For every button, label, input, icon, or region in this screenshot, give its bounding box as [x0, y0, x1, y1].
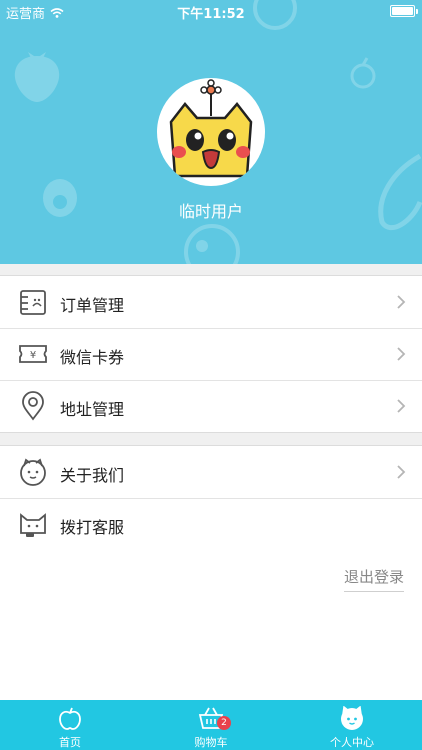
chevron-right-icon — [397, 399, 406, 413]
profile-header: 运营商 下午11:52 临时用户 — [0, 0, 422, 264]
tab-cart[interactable]: 2 购物车 — [141, 700, 281, 750]
strawberry-decor-icon — [14, 52, 60, 102]
username: 临时用户 — [178, 202, 243, 221]
battery-icon — [390, 5, 418, 17]
order-icon — [20, 290, 46, 315]
cat-avatar-icon — [341, 706, 363, 730]
chevron-right-icon — [397, 295, 406, 309]
menu-item-label: 关于我们 — [60, 466, 125, 485]
menu-item-label: 拨打客服 — [60, 518, 125, 537]
menu-item-label: 地址管理 — [60, 400, 125, 419]
cherry-decor-icon — [350, 57, 376, 89]
logout-button[interactable]: 退出登录 — [343, 566, 404, 592]
tab-profile[interactable]: 个人中心 — [282, 700, 422, 750]
svg-text:¥: ¥ — [30, 350, 36, 361]
tab-label: 购物车 — [194, 736, 228, 749]
menu-item-call-service[interactable]: 拨打客服 — [0, 498, 422, 550]
apple-icon — [59, 707, 81, 730]
tab-label: 首页 — [59, 736, 81, 749]
leaf-decor-icon — [378, 153, 422, 231]
chevron-right-icon — [397, 465, 406, 479]
menu-item-label: 订单管理 — [60, 296, 125, 315]
menu-item-coupons[interactable]: ¥ 微信卡券 — [0, 328, 422, 380]
chevron-right-icon — [397, 347, 406, 361]
cat-face-icon — [20, 458, 46, 486]
tomato-decor-icon — [184, 224, 240, 264]
menu-item-address[interactable]: 地址管理 — [0, 380, 422, 432]
coupon-icon: ¥ — [19, 345, 47, 363]
cat-avatar-image — [169, 79, 253, 178]
status-bar: 运营商 下午11:52 — [0, 0, 422, 22]
menu-item-about[interactable]: 关于我们 — [0, 446, 422, 498]
menu-group-orders: 订单管理 ¥ 微信卡券 地址管理 — [0, 275, 422, 433]
menu-item-orders[interactable]: 订单管理 — [0, 276, 422, 328]
location-pin-icon — [22, 391, 44, 421]
menu-group-about: 关于我们 拨打客服 — [0, 445, 422, 551]
avatar[interactable] — [157, 78, 265, 186]
tab-home[interactable]: 首页 — [0, 700, 140, 750]
menu-item-label: 微信卡券 — [60, 348, 125, 367]
status-time: 下午11:52 — [177, 7, 245, 22]
tab-bar: 首页 2 购物车 个人中心 — [0, 700, 422, 750]
cart-count-badge: 2 — [217, 716, 231, 730]
cat-headset-icon — [20, 513, 46, 537]
tab-label: 个人中心 — [330, 736, 374, 749]
